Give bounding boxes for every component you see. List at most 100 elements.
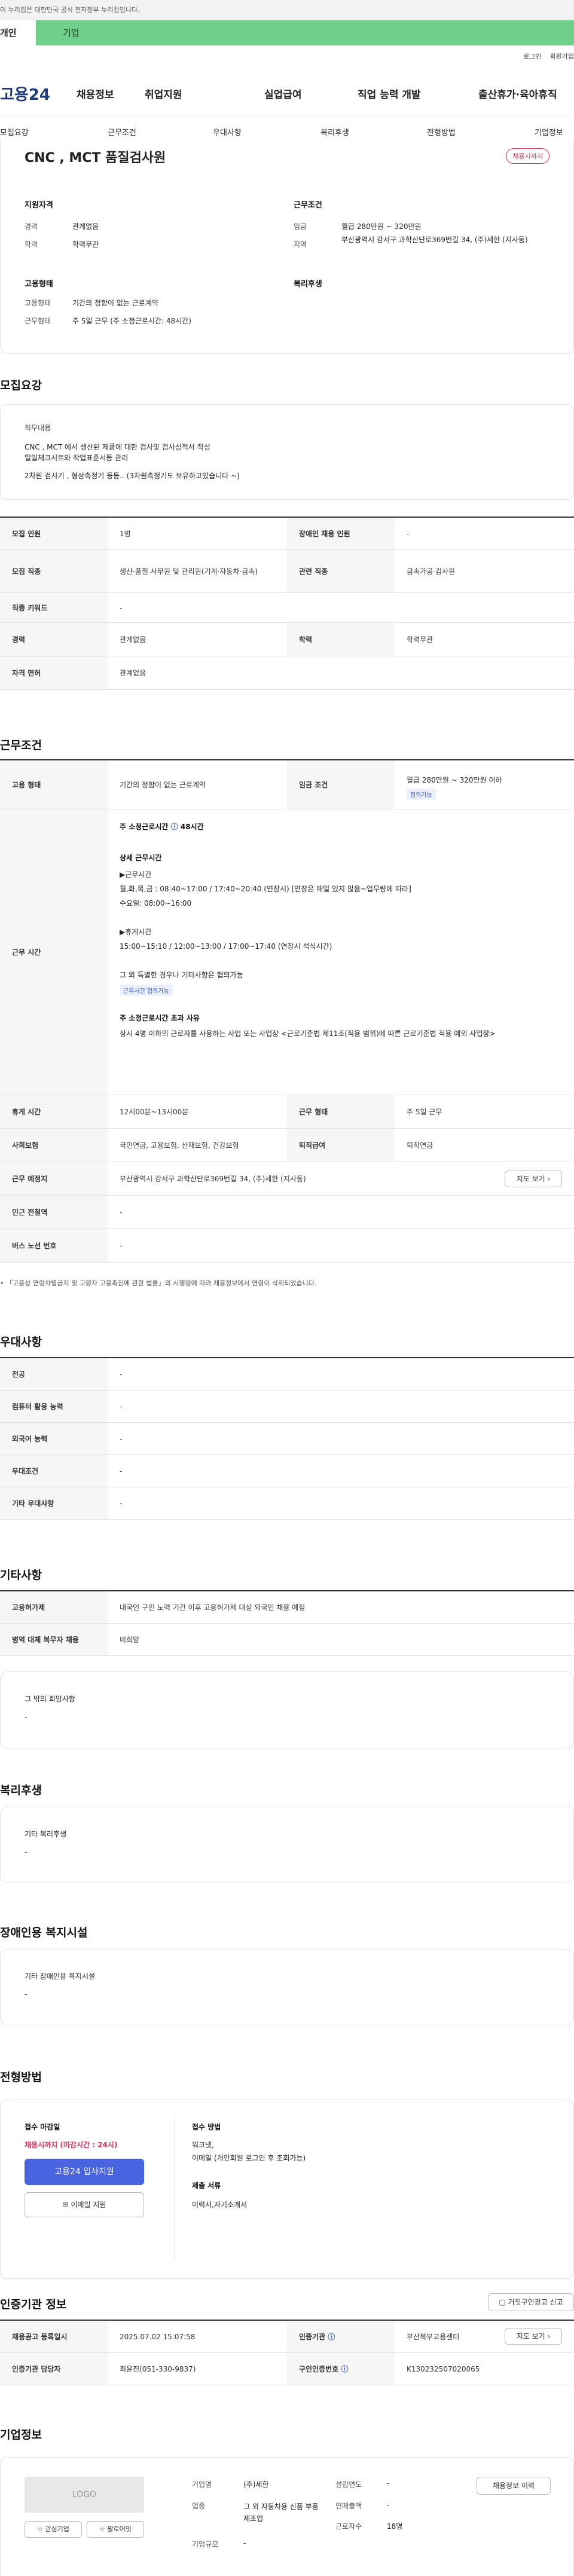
gnb-item-leave[interactable]: 출산휴가·육아휴직 bbox=[478, 86, 557, 101]
row-label: 근무 예정지 bbox=[0, 1162, 108, 1195]
table-row: 전공 - bbox=[0, 1358, 574, 1391]
other-box-title: 그 밖의 희망사항 bbox=[25, 1695, 75, 1703]
user-type-tabs: 개인 기업 bbox=[0, 20, 574, 45]
staff-label: 근로자수 bbox=[335, 2522, 362, 2531]
emptype-label: 고용형태 bbox=[25, 299, 51, 307]
section-title-disability: 장애인용 복지시설 bbox=[0, 1926, 88, 1939]
table-row: 모집 인원 1명 장애인 채용 인원 - bbox=[0, 518, 574, 550]
sales-value: - bbox=[387, 2501, 390, 2509]
table-row: 인증기관 담당자 최윤진(051-330-9837) 구인인증번호 ⓘ K130232… bbox=[0, 2353, 574, 2385]
sales-label: 연매출액 bbox=[335, 2502, 362, 2510]
row-label: 채용공고 등록일시 bbox=[0, 2321, 108, 2352]
apply-button[interactable]: 고용24 입사지원 bbox=[25, 2159, 144, 2185]
disability-box-title: 기타 장애인용 복지시설 bbox=[25, 1972, 96, 1981]
table-row: 경력 관계없음 학력 학력무관 bbox=[0, 623, 574, 656]
detail-line: ▶휴게시간 bbox=[120, 928, 152, 936]
row-label: 임금 조건 bbox=[287, 760, 395, 809]
row-value: 퇴직연금 bbox=[407, 1141, 433, 1150]
subnav-recruit[interactable]: 모집요강 bbox=[0, 126, 29, 137]
edu-label: 학력 bbox=[25, 240, 38, 249]
map-button[interactable]: 지도 보기 › bbox=[505, 1171, 562, 1187]
signup-link[interactable]: 회원가입 bbox=[550, 53, 574, 60]
emptype-value: 기간의 정함이 없는 근로계약 bbox=[72, 299, 158, 307]
method-value-2: 이메일 (개인회원 로그인 후 조회가능) bbox=[192, 2154, 306, 2162]
loc-label: 지역 bbox=[294, 240, 307, 249]
selection-card: 접수 마감일 채용시까지 (마감시간 : 24시) 고용24 입사지원 ✉ 이메… bbox=[0, 2100, 574, 2279]
row-value: 부산광역시 강서구 과학산단로369번길 34, (주)세한 (지사동) bbox=[120, 1175, 306, 1183]
gnb-item-unemployment[interactable]: 실업급여 bbox=[264, 86, 302, 101]
row-value: 최윤진(051-330-9837) bbox=[120, 2365, 196, 2373]
row-label: 기타 우대사항 bbox=[0, 1487, 108, 1519]
row-value: - bbox=[120, 1370, 123, 1379]
subnav-welfare[interactable]: 복리후생 bbox=[320, 126, 349, 137]
row-label: 전공 bbox=[0, 1358, 108, 1390]
subnav-preference[interactable]: 우대사항 bbox=[213, 126, 242, 137]
method-title: 접수 방법 bbox=[192, 2123, 221, 2131]
row-value: 국민연금, 고용보험, 산재보험, 건강보험 bbox=[120, 1141, 239, 1150]
login-link[interactable]: 로그인 bbox=[523, 53, 541, 60]
row-label: 외국어 능력 bbox=[0, 1423, 108, 1454]
career-value: 관계없음 bbox=[72, 222, 99, 231]
duty-line: 일일체크시트와 작업표준서등 관리 bbox=[25, 454, 129, 462]
row-value: K130232507020065 bbox=[407, 2364, 480, 2373]
duty-box: 직무내용 CNC , MCT 에서 생산된 제품에 대한 검사및 검사성적서 작… bbox=[0, 404, 574, 500]
info-icon[interactable]: ⓘ bbox=[328, 2331, 335, 2342]
method-value: 워크넷, bbox=[192, 2141, 214, 2149]
gnb-item-training[interactable]: 직업 능력 개발 bbox=[358, 86, 421, 101]
docs-title: 제출 서류 bbox=[192, 2181, 221, 2190]
info-icon[interactable]: ⓘ bbox=[171, 823, 178, 831]
detail-line: 그 외 특별한 경우나 기타사항은 협의가능 bbox=[120, 971, 243, 979]
row-label: 고용허가제 bbox=[0, 1591, 108, 1623]
table-row: 사회보험 국민연금, 고용보험, 산재보험, 건강보험 퇴직급여 퇴직연금 bbox=[0, 1129, 574, 1162]
row-value: 1명 bbox=[120, 530, 131, 538]
row-label: 컴퓨터 활용 능력 bbox=[0, 1391, 108, 1422]
summary-card: CNC , MCT 품질검사원 채용시까지 지원자격 경력 관계없음 학력 학력… bbox=[0, 139, 574, 354]
subnav-company[interactable]: 기업정보 bbox=[535, 126, 563, 137]
job-history-button[interactable]: 채용정보 이력 bbox=[477, 2477, 551, 2495]
company-name-label: 기업명 bbox=[192, 2480, 212, 2489]
other-box-value: - bbox=[25, 1713, 28, 1721]
wage-value: 월급 280만원 ~ 320만원 bbox=[341, 222, 422, 231]
follow-button[interactable]: ☆ 팔로어잇 bbox=[87, 2521, 144, 2538]
map-button[interactable]: 지도 보기 › bbox=[505, 2328, 562, 2345]
section-title-selection: 전형방법 bbox=[0, 2071, 42, 2084]
info-icon[interactable]: ⓘ bbox=[341, 2364, 348, 2374]
section-title-recruit: 모집요강 bbox=[0, 379, 42, 392]
section-title-welfare: 복리후생 bbox=[0, 1784, 42, 1797]
gnb-item-employment-support[interactable]: 취업지원 bbox=[145, 86, 182, 101]
wage-value: 월급 280만원 ~ 320만원 이하 bbox=[407, 776, 502, 784]
site-logo[interactable]: 고용24 bbox=[0, 82, 50, 105]
other-box: 그 밖의 희망사항 - bbox=[0, 1672, 574, 1749]
row-label: 버스 노선 번호 bbox=[0, 1229, 108, 1262]
row-label: 인근 전철역 bbox=[0, 1196, 108, 1229]
row-value: 12시00분~13시00분 bbox=[120, 1108, 189, 1116]
table-row: 채용공고 등록일시 2025.07.02 15:07:58 인증기관 ⓘ 부산북부고용… bbox=[0, 2321, 574, 2353]
subnav-conditions[interactable]: 근무조건 bbox=[108, 126, 136, 137]
email-apply-button[interactable]: ✉ 이메일 지원 bbox=[25, 2192, 144, 2217]
table-row: 기타 우대사항 - bbox=[0, 1487, 574, 1520]
detail-title: 상세 근무시간 bbox=[120, 854, 162, 862]
est-label: 설립연도 bbox=[335, 2480, 362, 2489]
welfare-box-value: - bbox=[25, 1848, 28, 1856]
tab-company[interactable]: 기업 bbox=[63, 20, 80, 45]
row-value: 2025.07.02 15:07:58 bbox=[120, 2332, 196, 2341]
age-footnote: • 「고용상 연령차별금지 및 고령자 고용촉진에 관한 법률」의 시행령에 따… bbox=[0, 1279, 317, 1287]
industry-label: 업종 bbox=[192, 2502, 206, 2510]
row-label: 병역 대체 복무자 채용 bbox=[0, 1624, 108, 1655]
table-row: 모집 직종 생산·품질 사무원 및 관리원(기계·자동차·금속) 관련 직종 금속가공… bbox=[0, 550, 574, 593]
row-value: - bbox=[120, 1402, 123, 1411]
gov-notice: 이 누리집은 대한민국 공식 전자정부 누리집입니다. bbox=[0, 6, 140, 14]
row-value: 주 5일 근무 bbox=[407, 1108, 442, 1116]
company-card: LOGO ☆ 관심기업 ☆ 팔로어잇 기업명 (주)세한 업종 그 외 자동차용… bbox=[0, 2457, 574, 2576]
section-title-company: 기업정보 bbox=[0, 2428, 42, 2441]
favorite-company-button[interactable]: ☆ 관심기업 bbox=[25, 2521, 82, 2538]
tab-personal[interactable]: 개인 bbox=[0, 20, 36, 45]
welfare-title: 복리후생 bbox=[294, 280, 322, 289]
gnb-item-jobs[interactable]: 채용정보 bbox=[77, 86, 114, 101]
report-fake-ad-button[interactable]: ▢ 거짓구인광고 신고 bbox=[488, 2293, 574, 2311]
section-title-other: 기타사항 bbox=[0, 1569, 42, 1582]
disability-box: 기타 장애인용 복지시설 - bbox=[0, 1949, 574, 2025]
est-value: - bbox=[387, 2479, 390, 2488]
subnav-selection[interactable]: 전형방법 bbox=[427, 126, 456, 137]
detail-line: ▶근무시간 bbox=[120, 870, 152, 879]
